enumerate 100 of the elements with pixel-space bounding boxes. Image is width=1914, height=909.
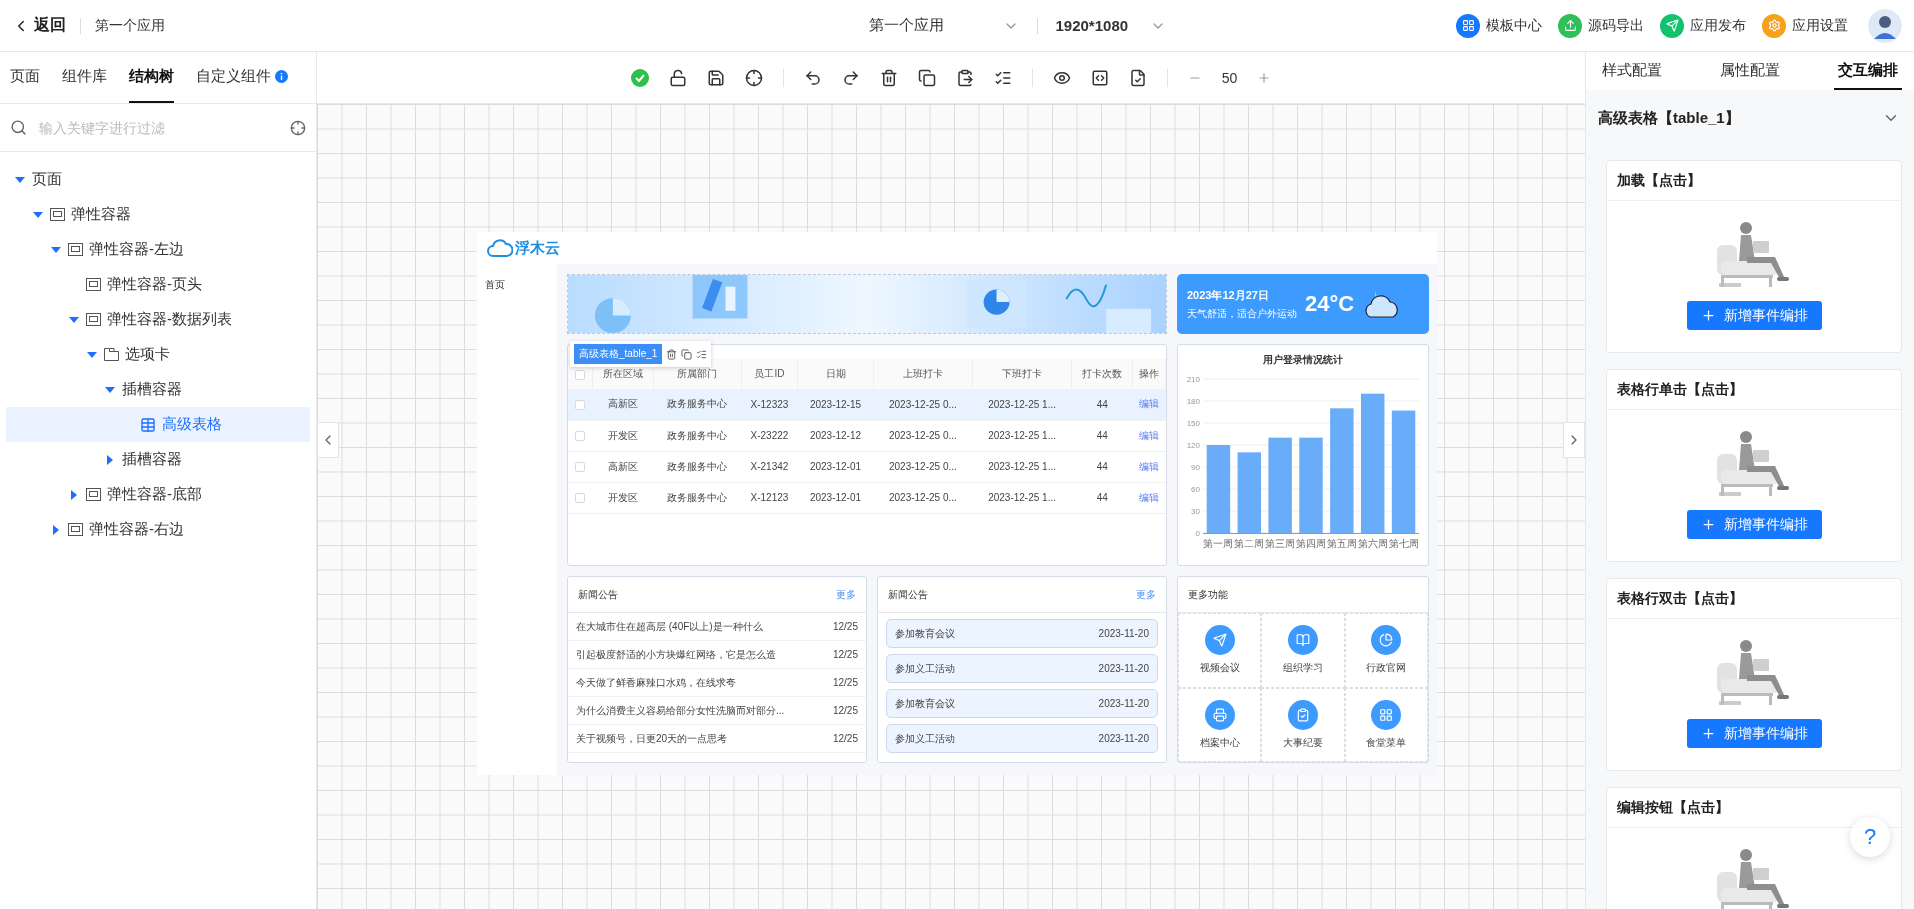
edit-link[interactable]: 编辑	[1139, 491, 1160, 503]
function-tile[interactable]: 视频会议	[1178, 613, 1262, 688]
edit-link[interactable]: 编辑	[1139, 429, 1160, 441]
back-button[interactable]: 返回	[12, 15, 66, 36]
container-icon	[86, 488, 101, 501]
copy-icon[interactable]	[917, 68, 936, 87]
code-icon[interactable]	[1090, 68, 1109, 87]
function-tile[interactable]: 组织学习	[1261, 613, 1345, 688]
column-header: 员工ID	[741, 359, 798, 389]
delete-icon[interactable]	[879, 68, 898, 87]
table-cell: 开发区	[592, 420, 654, 451]
news-item[interactable]: 参加教育会议 2023-11-20	[886, 619, 1158, 648]
table-cell: 政务服务中心	[653, 420, 742, 451]
add-event-button[interactable]: 新增事件编排	[1686, 301, 1822, 330]
app-select[interactable]: 第一个应用	[868, 16, 1019, 35]
edit-link[interactable]: 编辑	[1139, 460, 1160, 472]
news-date: 2023-11-20	[1098, 698, 1149, 709]
check-icon[interactable]	[630, 68, 649, 87]
function-label: 食堂菜单	[1366, 735, 1407, 750]
tree-item[interactable]: 弹性容器-左边	[6, 232, 310, 267]
crosshair-icon[interactable]	[744, 68, 763, 87]
send-icon	[1204, 625, 1235, 656]
panel-tab[interactable]: 组件库	[62, 52, 107, 103]
news-item[interactable]: 关于视频号，日更20天的一点思考 12/25	[568, 725, 866, 753]
tree-item[interactable]: 插槽容器	[6, 442, 310, 477]
news-item[interactable]: 为什么消费主义容易给部分女性洗脑而对部分... 12/25	[568, 697, 866, 725]
add-event-button[interactable]: 新增事件编排	[1686, 510, 1822, 539]
tree-item[interactable]: 弹性容器-数据列表	[6, 302, 310, 337]
checkbox[interactable]	[575, 493, 585, 504]
news-date: 12/25	[832, 733, 858, 744]
checkbox[interactable]	[574, 369, 585, 380]
tree-item[interactable]: 弹性容器-底部	[6, 477, 310, 512]
column-header: 日期	[797, 359, 874, 389]
news-item[interactable]: 今天做了鲜香麻辣口水鸡，在线求夸 12/25	[568, 669, 866, 697]
news-title: 关于视频号，日更20天的一点思考	[576, 731, 728, 746]
news-item[interactable]: 在大城市住在超高层 (40F以上)是一种什么 12/25	[568, 613, 866, 641]
news-title: 在大城市住在超高层 (40F以上)是一种什么	[576, 619, 763, 634]
temperature: 24°C	[1305, 291, 1355, 317]
column-header: 上班打卡	[873, 359, 973, 389]
event-title: 表格行双击【点击】	[1617, 589, 1743, 608]
table-cell: X-23222	[741, 420, 798, 451]
function-tile[interactable]: 大事纪要	[1261, 687, 1345, 762]
news-date: 2023-11-20	[1098, 733, 1149, 744]
panel-tab[interactable]: 结构树	[129, 52, 174, 103]
table-cell: 2023-12-01	[797, 482, 874, 513]
news-date: 12/25	[832, 649, 858, 660]
news-item[interactable]: 参加义工活动 2023-11-20	[886, 654, 1158, 683]
news-item[interactable]: 引起极度舒适的小方块爆红网络，它是怎么造 12/25	[568, 641, 866, 669]
nav-item[interactable]: 首页	[485, 279, 505, 290]
checkbox[interactable]	[575, 462, 585, 473]
tree-item[interactable]: 弹性容器-页头	[6, 267, 310, 302]
news-title: 今天做了鲜香麻辣口水鸡，在线求夸	[576, 675, 736, 690]
tree-item[interactable]: 插槽容器	[6, 372, 310, 407]
avatar[interactable]	[1868, 8, 1902, 43]
resolution-select[interactable]: 1920*1080	[1055, 17, 1166, 34]
card-title: 新闻公告	[578, 587, 618, 602]
add-event-button[interactable]: 新增事件编排	[1686, 719, 1822, 748]
column-header: 操作	[1132, 359, 1166, 389]
panel-tab[interactable]: 页面	[10, 52, 40, 103]
header-action[interactable]: 应用发布	[1660, 13, 1746, 38]
container-icon	[86, 313, 101, 326]
unlock-icon[interactable]	[668, 68, 687, 87]
function-label: 行政官网	[1366, 661, 1407, 676]
tree-item[interactable]: 页面	[6, 162, 310, 197]
function-tile[interactable]: 食堂菜单	[1344, 687, 1428, 762]
container-icon	[68, 523, 83, 536]
tree-item[interactable]: 高级表格	[6, 407, 310, 442]
header-action[interactable]: 源码导出	[1558, 13, 1644, 38]
save-icon[interactable]	[706, 68, 725, 87]
locate-icon[interactable]	[290, 119, 306, 136]
table-cell: 44	[1071, 389, 1133, 420]
undo-icon[interactable]	[803, 68, 822, 87]
edit-link[interactable]: 编辑	[1139, 398, 1160, 410]
panel-tab[interactable]: 属性配置	[1716, 52, 1784, 90]
header-action[interactable]: 模板中心	[1456, 13, 1542, 38]
paste-icon[interactable]	[955, 68, 974, 87]
redo-icon[interactable]	[841, 68, 860, 87]
function-tile[interactable]: 行政官网	[1344, 613, 1428, 688]
list-icon[interactable]	[696, 348, 708, 360]
table-cell: 2023-12-12	[797, 420, 874, 451]
checkbox[interactable]	[575, 399, 585, 410]
table-cell: 2023-12-25 1...	[972, 482, 1072, 513]
news-date: 12/25	[832, 677, 858, 688]
news-item[interactable]: 参加义工活动 2023-11-20	[886, 724, 1158, 753]
file-check-icon[interactable]	[1128, 68, 1147, 87]
tree-item[interactable]: 选项卡	[6, 337, 310, 372]
search-icon	[10, 119, 27, 136]
news-item[interactable]: 参加教育会议 2023-11-20	[886, 689, 1158, 718]
checkbox[interactable]	[575, 431, 585, 442]
plus-icon	[1700, 726, 1716, 741]
panel-tab[interactable]: 交互编排	[1834, 52, 1902, 90]
axis-label: 第三周	[1265, 538, 1296, 549]
pie-chart-icon	[1371, 625, 1402, 656]
function-tile[interactable]: 档案中心	[1178, 687, 1262, 762]
tree-item[interactable]: 弹性容器	[6, 197, 310, 232]
panel-tab[interactable]: 样式配置	[1598, 52, 1666, 90]
header-action[interactable]: 应用设置	[1762, 13, 1848, 38]
tree-item[interactable]: 弹性容器-右边	[6, 512, 310, 547]
panel-tab[interactable]: 自定义组件	[196, 52, 288, 103]
table-cell: 2023-12-25 1...	[972, 420, 1072, 451]
